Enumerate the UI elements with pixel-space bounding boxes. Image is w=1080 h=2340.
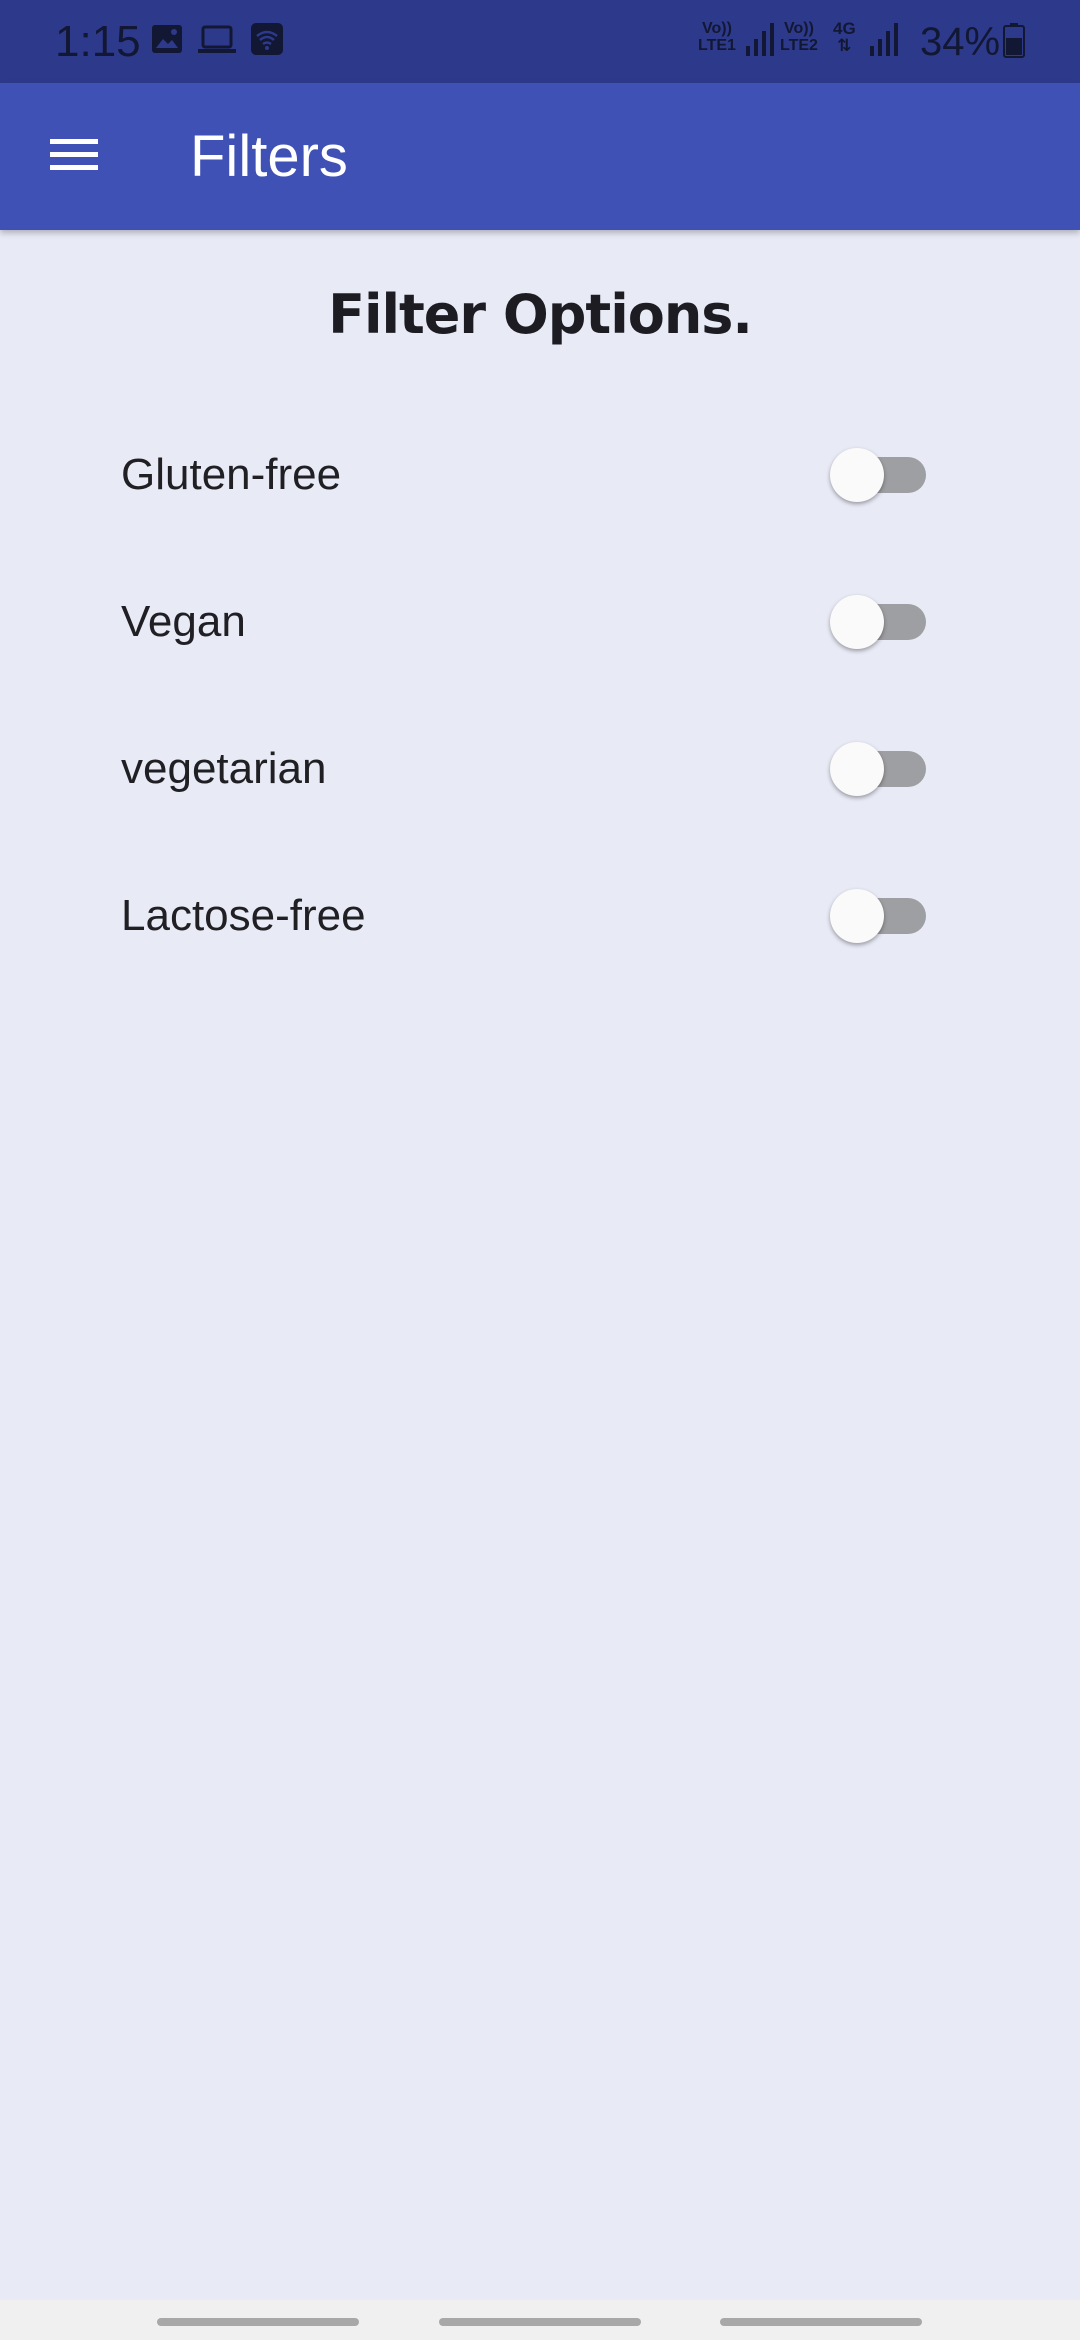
switch-thumb: [830, 448, 884, 502]
system-nav-bar: [0, 2300, 1080, 2340]
filter-row-gluten-free: Gluten-free: [0, 415, 1080, 535]
laptop-icon: [197, 22, 237, 61]
menu-icon: [50, 137, 98, 178]
filter-label: Gluten-free: [121, 450, 342, 499]
sim1-label-bottom: LTE1: [698, 37, 736, 54]
sim2-label: Vo)) LTE2: [780, 20, 818, 54]
signal-icon: [744, 20, 776, 63]
switch-thumb: [830, 742, 884, 796]
nav-back-gesture[interactable]: [720, 2318, 922, 2326]
switch-thumb: [830, 889, 884, 943]
filter-options-heading: Filter Options.: [328, 283, 753, 346]
vegan-switch[interactable]: [830, 595, 930, 649]
menu-button[interactable]: [30, 117, 118, 197]
filter-label: vegetarian: [121, 744, 327, 793]
gluten-free-switch[interactable]: [830, 448, 930, 502]
sim2-label-top: Vo)): [784, 20, 814, 37]
sim1-label: Vo)) LTE1: [698, 20, 736, 54]
signal-icon-2: [868, 20, 900, 63]
sim1-label-top: Vo)): [702, 20, 732, 37]
nav-recents-gesture[interactable]: [157, 2318, 359, 2326]
filter-row-vegetarian: vegetarian: [0, 709, 1080, 829]
wifi-icon: [250, 22, 284, 61]
status-bar: 1:15 Vo)) LTE1 Vo)) LTE2 4G ⇅ 34%: [0, 0, 1080, 83]
page-title: Filters: [190, 124, 348, 189]
app-bar: Filters: [0, 83, 1080, 230]
image-icon: [150, 22, 184, 61]
network-type: 4G ⇅: [833, 20, 856, 54]
sim2-label-bottom: LTE2: [780, 37, 818, 54]
lactose-free-switch[interactable]: [830, 889, 930, 943]
filter-label: Vegan: [121, 597, 246, 646]
data-arrows-icon: ⇅: [837, 36, 852, 55]
nav-home-gesture[interactable]: [439, 2318, 641, 2326]
vegetarian-switch[interactable]: [830, 742, 930, 796]
switch-thumb: [830, 595, 884, 649]
battery-icon: [1003, 22, 1025, 63]
status-time: 1:15: [55, 17, 141, 66]
filter-row-vegan: Vegan: [0, 562, 1080, 682]
filter-label: Lactose-free: [121, 891, 366, 940]
filter-row-lactose-free: Lactose-free: [0, 856, 1080, 976]
battery-percent: 34%: [920, 20, 1001, 64]
